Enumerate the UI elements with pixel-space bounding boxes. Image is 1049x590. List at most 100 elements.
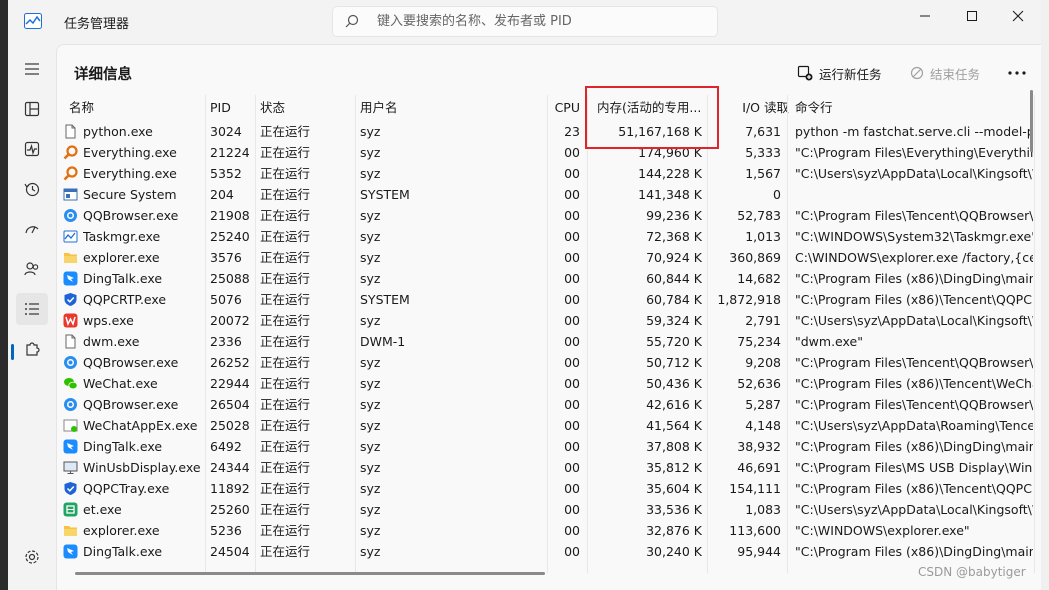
nav-services[interactable] bbox=[16, 333, 48, 365]
table-row[interactable]: WeChat.exe 22944 正在运行 syz 00 50,436 K 52,636 "C… bbox=[57, 373, 1033, 394]
process-memory: 70,924 K bbox=[646, 250, 702, 265]
process-status: 正在运行 bbox=[260, 397, 311, 412]
horizontal-scrollbar[interactable] bbox=[75, 572, 545, 575]
minimize-icon bbox=[920, 15, 930, 17]
qqbrowser-icon bbox=[63, 355, 78, 370]
close-button[interactable] bbox=[995, 0, 1041, 32]
folder-icon bbox=[63, 523, 78, 538]
process-status: 正在运行 bbox=[260, 313, 311, 328]
table-row[interactable]: et.exe 25260 正在运行 syz 00 33,536 K 1,083 "C:\Use… bbox=[57, 499, 1033, 520]
end-task-button[interactable]: 结束任务 bbox=[910, 61, 980, 85]
table-row[interactable]: Everything.exe 21224 正在运行 syz 00 174,960 K 5,3… bbox=[57, 142, 1033, 163]
wps-icon bbox=[63, 313, 78, 328]
process-cpu: 00 bbox=[564, 355, 580, 370]
process-status: 正在运行 bbox=[260, 250, 311, 265]
table-row[interactable]: QQBrowser.exe 21908 正在运行 syz 00 99,236 K 52,78… bbox=[57, 205, 1033, 226]
table-row[interactable]: Taskmgr.exe 25240 正在运行 syz 00 72,368 K 1,013 "C… bbox=[57, 226, 1033, 247]
column-header-pid[interactable]: PID bbox=[210, 95, 250, 121]
search-input[interactable] bbox=[377, 7, 707, 36]
process-pid: 20072 bbox=[210, 313, 250, 328]
process-pid: 5236 bbox=[210, 523, 242, 538]
process-name: python.exe bbox=[83, 124, 153, 139]
process-user: syz bbox=[360, 145, 381, 160]
hamburger-menu-button[interactable] bbox=[16, 53, 48, 85]
process-memory: 32,876 K bbox=[646, 523, 702, 538]
process-io-read: 95,944 bbox=[737, 544, 781, 559]
run-new-task-button[interactable]: 运行新任务 bbox=[797, 61, 882, 85]
column-header-command-line[interactable]: 命令行 bbox=[795, 95, 995, 121]
process-name: explorer.exe bbox=[83, 523, 160, 538]
process-name: dwm.exe bbox=[83, 334, 140, 349]
process-name: QQPCRTP.exe bbox=[83, 292, 167, 307]
maximize-button[interactable] bbox=[949, 0, 995, 32]
nav-startup-apps[interactable] bbox=[16, 213, 48, 245]
table-row[interactable]: wps.exe 20072 正在运行 syz 00 59,324 K 2,791 "C:\Us… bbox=[57, 310, 1033, 331]
wechat-app-icon bbox=[63, 418, 78, 433]
table-row[interactable]: Secure System 204 正在运行 SYSTEM 00 141,348 K 0 bbox=[57, 184, 1032, 205]
process-io-read: 1,013 bbox=[745, 229, 781, 244]
table-row[interactable]: QQPCRTP.exe 5076 正在运行 SYSTEM 00 60,784 K 1,872… bbox=[57, 289, 1033, 310]
process-pid: 21224 bbox=[210, 145, 250, 160]
nav-details[interactable] bbox=[16, 293, 48, 325]
nav-app-history[interactable] bbox=[16, 173, 48, 205]
nav-settings[interactable] bbox=[16, 541, 48, 573]
process-memory: 35,604 K bbox=[646, 481, 702, 496]
column-separator bbox=[1034, 95, 1035, 573]
table-row[interactable]: python.exe 3024 正在运行 syz 23 51,167,168 K 7,631… bbox=[57, 121, 1033, 142]
table-row[interactable]: dwm.exe 2336 正在运行 DWM-1 00 55,720 K 75,234 "dwm… bbox=[57, 331, 1032, 352]
memory-highlight-annotation bbox=[585, 86, 719, 149]
table-row[interactable]: DingTalk.exe 24504 正在运行 syz 00 30,240 K 95,944… bbox=[57, 541, 1033, 562]
minimize-button[interactable] bbox=[902, 0, 948, 32]
run-new-task-label: 运行新任务 bbox=[819, 66, 882, 82]
page-title: 详细信息 bbox=[74, 67, 132, 83]
table-row[interactable]: DingTalk.exe 25088 正在运行 syz 00 60,844 K 14,682… bbox=[57, 268, 1033, 289]
nav-processes[interactable] bbox=[16, 93, 48, 125]
table-row[interactable]: WeChatAppEx.exe 25028 正在运行 syz 00 41,564 K 4,1… bbox=[57, 415, 1033, 436]
process-io-read: 9,208 bbox=[745, 355, 781, 370]
process-user: syz bbox=[360, 544, 381, 559]
table-row[interactable]: DingTalk.exe 6492 正在运行 syz 00 37,808 K 38,932 "… bbox=[57, 436, 1033, 457]
process-memory: 99,236 K bbox=[646, 208, 702, 223]
column-header-cpu[interactable]: CPU bbox=[547, 95, 580, 121]
process-user: syz bbox=[360, 460, 381, 475]
end-task-label: 结束任务 bbox=[930, 66, 981, 82]
nav-users[interactable] bbox=[16, 253, 48, 285]
task-manager-app-icon bbox=[24, 13, 42, 29]
process-command-line: "C:\Program Files\Tencent\QQBrowser\QQB bbox=[795, 208, 1033, 223]
process-command-line: "C:\WINDOWS\explorer.exe" bbox=[795, 523, 970, 538]
search-box[interactable] bbox=[332, 6, 718, 37]
table-row[interactable]: explorer.exe 3576 正在运行 syz 00 70,924 K 360,869… bbox=[57, 247, 1033, 268]
process-memory: 60,844 K bbox=[646, 271, 702, 286]
startup-icon bbox=[25, 226, 39, 234]
process-command-line: "C:\Program Files (x86)\Tencent\QQPCMgr bbox=[795, 481, 1033, 496]
column-header-io-read[interactable]: I/O 读取 bbox=[717, 95, 789, 121]
process-status: 正在运行 bbox=[260, 439, 311, 454]
column-header-user[interactable]: 用户名 bbox=[360, 95, 540, 121]
process-status: 正在运行 bbox=[260, 544, 311, 559]
table-row[interactable]: WinUsbDisplay.exe 24344 正在运行 syz 00 35,812 K 4… bbox=[57, 457, 1033, 478]
process-command-line: "C:\Program Files\Everything\Everything.… bbox=[795, 145, 1033, 160]
process-cpu: 00 bbox=[564, 460, 580, 475]
table-row[interactable]: QQBrowser.exe 26252 正在运行 syz 00 50,712 K 9,208… bbox=[57, 352, 1033, 373]
process-name: QQBrowser.exe bbox=[83, 355, 179, 370]
table-row[interactable]: explorer.exe 5236 正在运行 syz 00 32,876 K 113,600… bbox=[57, 520, 1032, 541]
process-user: syz bbox=[360, 229, 381, 244]
vertical-scrollbar[interactable] bbox=[1030, 90, 1033, 152]
process-user: syz bbox=[360, 208, 381, 223]
process-status: 正在运行 bbox=[260, 145, 311, 160]
process-pid: 25088 bbox=[210, 271, 250, 286]
table-row[interactable]: Everything.exe 5352 正在运行 syz 00 144,228 K 1,56… bbox=[57, 163, 1033, 184]
process-pid: 204 bbox=[210, 187, 234, 202]
process-cpu: 00 bbox=[564, 418, 580, 433]
process-io-read: 5,287 bbox=[745, 397, 781, 412]
column-header-status[interactable]: 状态 bbox=[260, 95, 350, 121]
more-options-button[interactable] bbox=[1005, 61, 1029, 85]
table-row[interactable]: QQPCTray.exe 11892 正在运行 syz 00 35,604 K 154,11… bbox=[57, 478, 1033, 499]
nav-performance[interactable] bbox=[16, 133, 48, 165]
process-status: 正在运行 bbox=[260, 502, 311, 517]
table-row[interactable]: QQBrowser.exe 26504 正在运行 syz 00 42,616 K 5,287… bbox=[57, 394, 1033, 415]
process-io-read: 46,691 bbox=[737, 460, 781, 475]
system-window-icon bbox=[63, 187, 78, 202]
column-header-name[interactable]: 名称 bbox=[69, 95, 207, 121]
process-cpu: 23 bbox=[564, 124, 580, 139]
